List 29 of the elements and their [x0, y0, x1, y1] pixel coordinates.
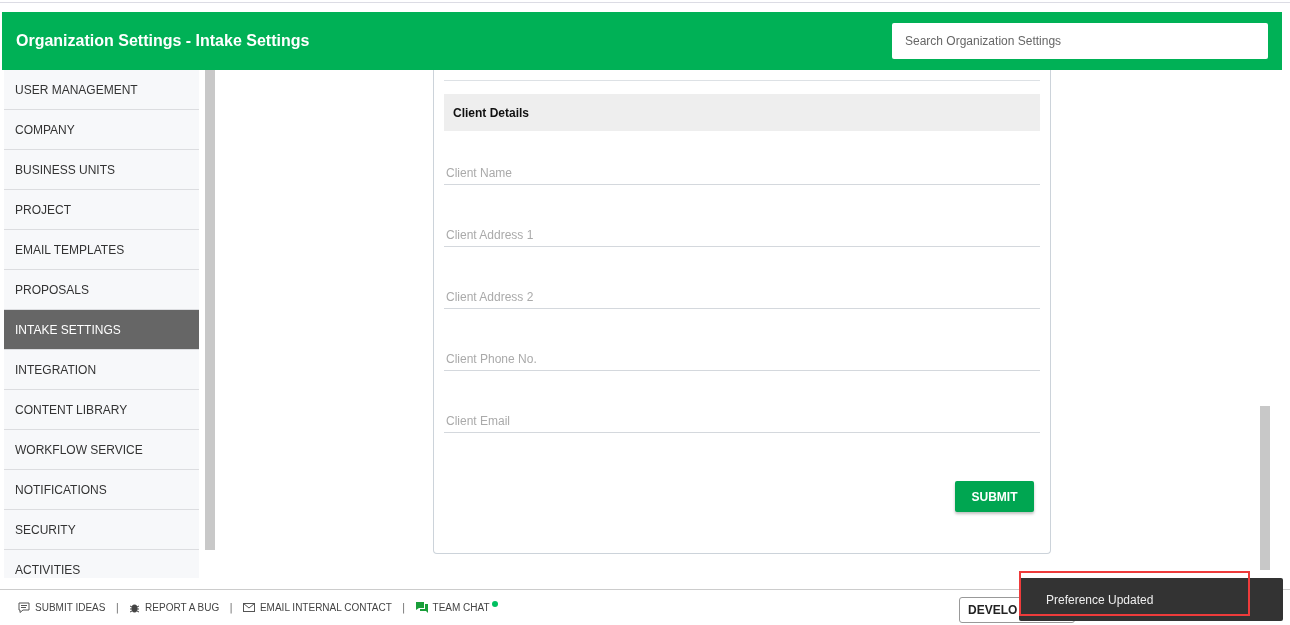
sidebar-item[interactable]: COMPANY [4, 110, 199, 150]
section-header: Client Details [444, 94, 1040, 131]
sidebar-item[interactable]: INTEGRATION [4, 350, 199, 390]
footer-link[interactable]: TEAM CHAT [415, 602, 490, 613]
page-title: Organization Settings - Intake Settings [16, 32, 310, 50]
footer-link[interactable]: EMAIL INTERNAL CONTACT [242, 602, 392, 613]
bug-icon [129, 602, 141, 613]
sidebar-item[interactable]: EMAIL TEMPLATES [4, 230, 199, 270]
sidebar-item[interactable]: WORKFLOW SERVICE [4, 430, 199, 470]
sidebar-item[interactable]: SECURITY [4, 510, 199, 550]
footer-link[interactable]: SUBMIT IDEAS [18, 602, 106, 613]
footer-link[interactable]: REPORT A BUG [129, 602, 220, 613]
separator: | [115, 601, 120, 614]
scrollbar-thumb[interactable] [205, 70, 215, 550]
sidebar-item[interactable]: NOTIFICATIONS [4, 470, 199, 510]
scrollbar-thumb[interactable] [1260, 406, 1270, 570]
separator: | [401, 601, 406, 614]
chat-icon [415, 602, 428, 613]
search-field[interactable]: Search Organization Settings [892, 23, 1268, 59]
separator: | [229, 601, 233, 614]
sidebar-item[interactable]: BUSINESS UNITS [4, 150, 199, 190]
sidebar-item[interactable]: ACTIVITIES [4, 550, 199, 578]
speech-bubble-icon [18, 602, 30, 613]
envelope-icon [242, 603, 255, 612]
sidebar-item[interactable]: USER MANAGEMENT [4, 70, 199, 110]
sidebar-item[interactable]: PROJECT [4, 190, 199, 230]
toast-notification: Preference Updated [1019, 578, 1283, 621]
sidebar-item[interactable]: CONTENT LIBRARY [4, 390, 199, 430]
sidebar-item[interactable]: INTAKE SETTINGS [4, 310, 199, 350]
